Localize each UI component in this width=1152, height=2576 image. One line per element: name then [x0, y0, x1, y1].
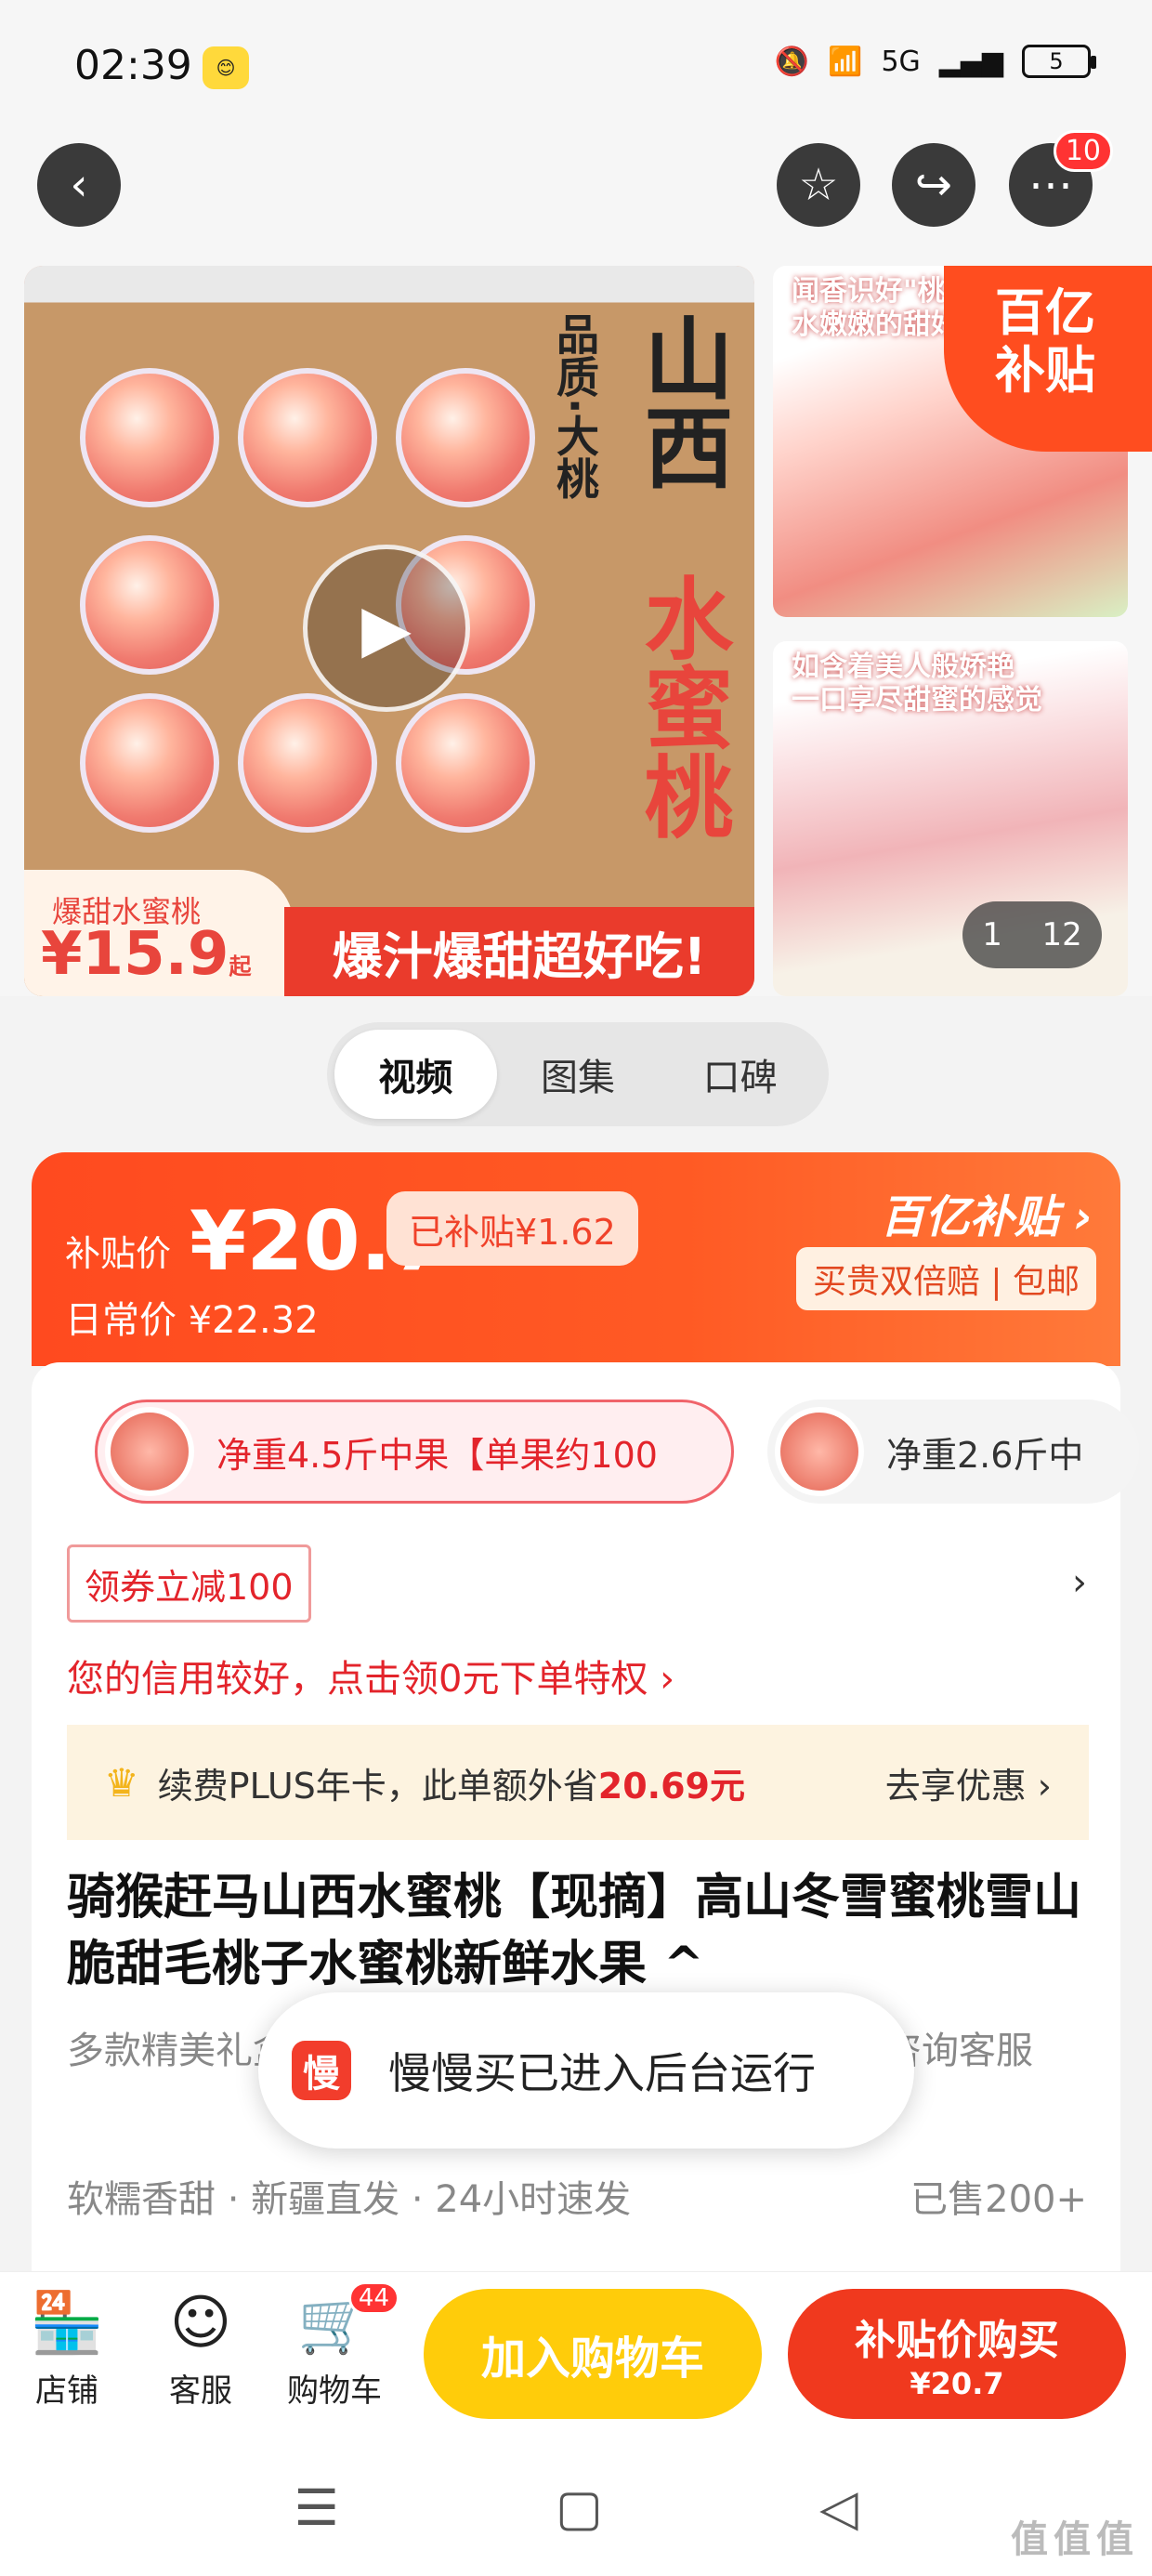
status-icons: 🔕 📶 5G ▂▄▆ 5: [774, 45, 1096, 78]
add-to-cart-button[interactable]: 加入购物车: [424, 2289, 762, 2419]
battery-icon: 5: [1022, 45, 1096, 78]
main-video-image[interactable]: 品质·大桃 山西 水蜜桃 ▶ 爆甜水蜜桃 ¥15.9起 爆汁爆甜超好吃!: [24, 266, 754, 996]
subsidy-price-label: 补贴价: [65, 1233, 172, 1274]
sold-count: 已售200+: [910, 2178, 1087, 2221]
sku-label: 净重2.6斤中: [886, 1434, 1084, 1476]
signal-icon: ▂▄▆: [938, 45, 1003, 78]
subsidy-brand-text: 百亿补贴: [880, 1191, 1059, 1243]
sku-thumbnail: [775, 1407, 864, 1496]
top-nav: ‹ ☆ ↪ ⋯ 10: [0, 130, 1152, 269]
status-time: 02:39: [74, 42, 192, 89]
more-button[interactable]: ⋯ 10: [1009, 130, 1113, 227]
media-tabs: 视频 图集 口碑: [327, 1022, 829, 1126]
image-banner: 爆汁爆甜超好吃!: [284, 907, 754, 996]
plus-promo-link[interactable]: 去享优惠 ›: [885, 1757, 1052, 1808]
cart-button[interactable]: 🛒 44 购物车: [279, 2281, 399, 2411]
sku-option-selected[interactable]: 净重4.5斤中果【单果约100: [95, 1400, 734, 1504]
credit-privilege-link[interactable]: 您的信用较好，点击领0元下单特权 ›: [67, 1649, 674, 1702]
buy-label: 补贴价购买: [855, 2317, 1059, 2364]
tab-gallery[interactable]: 图集: [497, 1030, 660, 1119]
image-price-number: ¥15.9: [41, 920, 229, 989]
image-title-black: 山西: [629, 312, 733, 491]
home-icon[interactable]: ▢: [556, 2478, 603, 2537]
thumb1-text: 闻香识好"桃" 水嫩嫩的甜好: [792, 275, 961, 341]
product-title: 骑猴赶马山西水蜜桃【现摘】高山冬雪蜜桃雪山脆甜毛桃子水蜜桃新鲜水果 ^: [67, 1870, 1082, 1992]
thumb2-text: 如含着美人般娇艳 一口享尽甜蜜的感觉: [792, 651, 1042, 716]
chevron-right-icon[interactable]: ›: [1072, 1561, 1087, 1604]
subsidy-brand-link[interactable]: 百亿补贴 ›: [880, 1180, 1093, 1245]
cart-label: 购物车: [287, 2372, 382, 2410]
app-notification-icon: 😊: [203, 46, 249, 89]
sku-thumbnail: [105, 1407, 194, 1496]
share-button[interactable]: ↪: [892, 143, 975, 227]
guarantee-badge[interactable]: 买贵双倍赔 | 包邮: [795, 1247, 1096, 1310]
wifi-icon: 📶: [828, 45, 863, 78]
system-nav-bar: ☰ ▢ ◁: [0, 2438, 1152, 2576]
coupon-button[interactable]: 领券立减100: [67, 1544, 311, 1623]
service-label: 客服: [169, 2372, 232, 2410]
menu-icon[interactable]: ☰: [295, 2478, 339, 2537]
subsidy-price-card: 补贴价 ¥20.7 已补贴¥1.62 日常价 ¥22.32 百亿补贴 › 买贵双…: [32, 1152, 1120, 1366]
counter-current: 1: [982, 916, 1002, 953]
buy-price: ¥20.7: [910, 2366, 1004, 2401]
bottom-action-bar: 🏪 店铺 ☺ 客服 🛒 44 购物车 加入购物车 补贴价购买 ¥20.7: [0, 2271, 1152, 2438]
image-price-suffix: 起: [229, 953, 252, 979]
app-icon: 慢: [292, 2041, 351, 2100]
tab-reviews[interactable]: 口碑: [659, 1030, 821, 1119]
chevron-right-icon: ›: [1074, 1191, 1093, 1243]
daily-price: 日常价 ¥22.32: [65, 1299, 319, 1342]
battery-level: 5: [1049, 48, 1064, 74]
image-title-red: 水蜜桃: [629, 572, 733, 840]
back-button[interactable]: ‹: [37, 143, 121, 227]
image-price-value: ¥15.9起: [41, 920, 251, 989]
plus-promo-amount: 20.69元: [597, 1765, 745, 1807]
tab-video[interactable]: 视频: [334, 1030, 497, 1119]
shop-button[interactable]: 🏪 店铺: [11, 2281, 123, 2411]
product-info-panel: 净重4.5斤中果【单果约100 净重2.6斤中 领券立减100 › 您的信用较好…: [32, 1362, 1139, 2292]
back-triangle-icon[interactable]: ◁: [819, 2478, 858, 2537]
network-label: 5G: [881, 45, 921, 78]
message-badge: 10: [1053, 130, 1113, 172]
status-bar: 02:39 😊 🔕 📶 5G ▂▄▆ 5: [0, 0, 1152, 139]
sku-label: 净重4.5斤中果【单果约100: [216, 1434, 658, 1476]
watermark: 值值值: [1011, 2518, 1139, 2561]
customer-service-button[interactable]: ☺ 客服: [145, 2281, 256, 2411]
play-icon[interactable]: ▶: [303, 545, 470, 712]
crown-icon: ♛: [104, 1759, 139, 1806]
subsidized-amount: 已补贴¥1.62: [386, 1191, 638, 1266]
shop-label: 店铺: [35, 2372, 98, 2410]
image-quality-text: 品质·大桃: [550, 312, 600, 500]
plus-promo-banner[interactable]: ♛ 续费PLUS年卡，此单额外省 20.69元 去享优惠 ›: [67, 1725, 1089, 1840]
buy-now-button[interactable]: 补贴价购买 ¥20.7: [788, 2289, 1126, 2419]
store-icon: 🏪: [30, 2289, 104, 2358]
favorite-star-button[interactable]: ☆: [777, 143, 860, 227]
background-toast: 慢 慢慢买已进入后台运行: [258, 1992, 914, 2149]
cart-count-badge: 44: [347, 2281, 399, 2315]
counter-total: 12: [1041, 916, 1082, 953]
gallery-counter: 1 12: [962, 901, 1102, 968]
toast-text: 慢慢买已进入后台运行: [388, 2048, 816, 2098]
plus-promo-text: 续费PLUS年卡，此单额外省: [157, 1765, 598, 1807]
chat-icon: ☺: [169, 2289, 232, 2358]
subsidy-corner-badge: 百亿 补贴: [944, 266, 1152, 452]
mute-icon: 🔕: [774, 45, 810, 78]
product-tags: 软糯香甜 · 新疆直发 · 24小时速发: [67, 2178, 632, 2221]
sku-option[interactable]: 净重2.6斤中: [767, 1400, 1139, 1504]
